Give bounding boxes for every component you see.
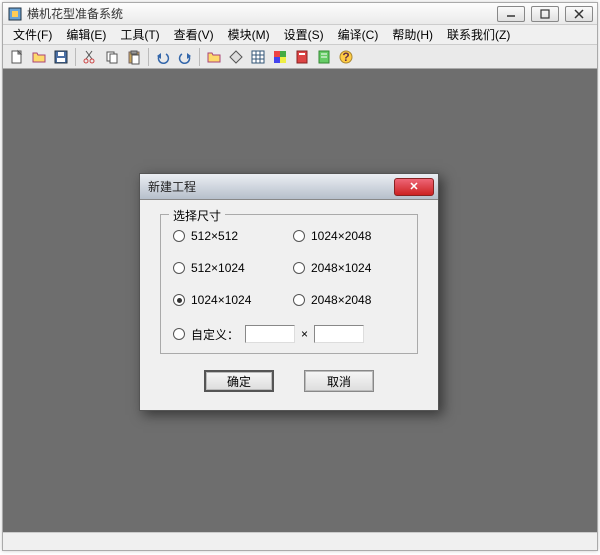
radio-icon	[293, 262, 305, 274]
menu-compile[interactable]: 编译(C)	[332, 24, 385, 45]
radio-icon	[173, 230, 185, 242]
app-icon	[7, 6, 23, 22]
menu-settings[interactable]: 设置(S)	[278, 24, 330, 45]
radio-icon	[173, 294, 185, 306]
menu-edit[interactable]: 编辑(E)	[60, 24, 112, 45]
radio-label: 2048×2048	[311, 293, 371, 307]
dialog-body: 选择尺寸 512×512 1024×2048 512×1024 2048×102…	[140, 200, 438, 410]
radio-label: 1024×2048	[311, 229, 371, 243]
radio-icon	[293, 230, 305, 242]
toolbar-note[interactable]	[314, 47, 334, 67]
radio-512x512[interactable]: 512×512	[173, 229, 285, 243]
close-icon: ✕	[409, 180, 418, 193]
radio-icon	[173, 328, 185, 340]
toolbar-redo[interactable]	[175, 47, 195, 67]
window-buttons	[497, 6, 593, 22]
toolbar-colors[interactable]	[270, 47, 290, 67]
workspace: 新建工程 ✕ 选择尺寸 512×512 1024×2048 512×1024 2…	[3, 69, 597, 532]
toolbar-help[interactable]: ?	[336, 47, 356, 67]
statusbar	[3, 532, 597, 550]
toolbar-copy[interactable]	[102, 47, 122, 67]
toolbar-separator	[148, 48, 149, 66]
toolbar: ?	[3, 45, 597, 69]
radio-2048x2048[interactable]: 2048×2048	[293, 293, 405, 307]
toolbar-grid[interactable]	[248, 47, 268, 67]
minimize-button[interactable]	[497, 6, 525, 22]
maximize-button[interactable]	[531, 6, 559, 22]
radio-512x1024[interactable]: 512×1024	[173, 261, 285, 275]
button-label: 确定	[227, 373, 251, 390]
toolbar-new[interactable]	[7, 47, 27, 67]
toolbar-open[interactable]	[29, 47, 49, 67]
size-fieldset: 选择尺寸 512×512 1024×2048 512×1024 2048×102…	[160, 214, 418, 354]
menu-view[interactable]: 查看(V)	[168, 24, 220, 45]
window-title: 横机花型准备系统	[27, 5, 497, 22]
dialog-titlebar[interactable]: 新建工程 ✕	[140, 174, 438, 200]
menu-tools[interactable]: 工具(T)	[114, 24, 165, 45]
titlebar: 横机花型准备系统	[3, 3, 597, 25]
cancel-button[interactable]: 取消	[304, 370, 374, 392]
radio-icon	[173, 262, 185, 274]
toolbar-paste[interactable]	[124, 47, 144, 67]
radio-label: 自定义：	[191, 326, 239, 343]
radio-icon	[293, 294, 305, 306]
toolbar-compile[interactable]	[292, 47, 312, 67]
toolbar-cut[interactable]	[80, 47, 100, 67]
radio-label: 512×512	[191, 229, 238, 243]
toolbar-undo[interactable]	[153, 47, 173, 67]
menu-module[interactable]: 模块(M)	[222, 24, 276, 45]
radio-2048x1024[interactable]: 2048×1024	[293, 261, 405, 275]
menu-file[interactable]: 文件(F)	[7, 24, 58, 45]
toolbar-diamond[interactable]	[226, 47, 246, 67]
times-label: ×	[301, 327, 308, 341]
button-label: 取消	[327, 373, 351, 390]
radio-custom[interactable]: 自定义：	[173, 326, 239, 343]
menu-contact[interactable]: 联系我们(Z)	[441, 24, 516, 45]
custom-size-row: 自定义： ×	[173, 325, 405, 343]
radio-1024x1024[interactable]: 1024×1024	[173, 293, 285, 307]
size-grid: 512×512 1024×2048 512×1024 2048×1024 102…	[173, 229, 405, 343]
dialog-title: 新建工程	[148, 178, 394, 195]
toolbar-save[interactable]	[51, 47, 71, 67]
close-button[interactable]	[565, 6, 593, 22]
dialog-buttons: 确定 取消	[160, 370, 418, 392]
toolbar-separator	[199, 48, 200, 66]
radio-1024x2048[interactable]: 1024×2048	[293, 229, 405, 243]
toolbar-separator	[75, 48, 76, 66]
menubar: 文件(F) 编辑(E) 工具(T) 查看(V) 模块(M) 设置(S) 编译(C…	[3, 25, 597, 45]
custom-width-input[interactable]	[245, 325, 295, 343]
svg-text:?: ?	[342, 50, 349, 64]
radio-label: 512×1024	[191, 261, 245, 275]
fieldset-label: 选择尺寸	[169, 207, 225, 224]
custom-height-input[interactable]	[314, 325, 364, 343]
menu-help[interactable]: 帮助(H)	[386, 24, 439, 45]
radio-label: 1024×1024	[191, 293, 251, 307]
toolbar-folder[interactable]	[204, 47, 224, 67]
new-project-dialog: 新建工程 ✕ 选择尺寸 512×512 1024×2048 512×1024 2…	[139, 173, 439, 411]
ok-button[interactable]: 确定	[204, 370, 274, 392]
main-window: 横机花型准备系统 文件(F) 编辑(E) 工具(T) 查看(V) 模块(M) 设…	[2, 2, 598, 551]
radio-label: 2048×1024	[311, 261, 371, 275]
dialog-close-button[interactable]: ✕	[394, 178, 434, 196]
